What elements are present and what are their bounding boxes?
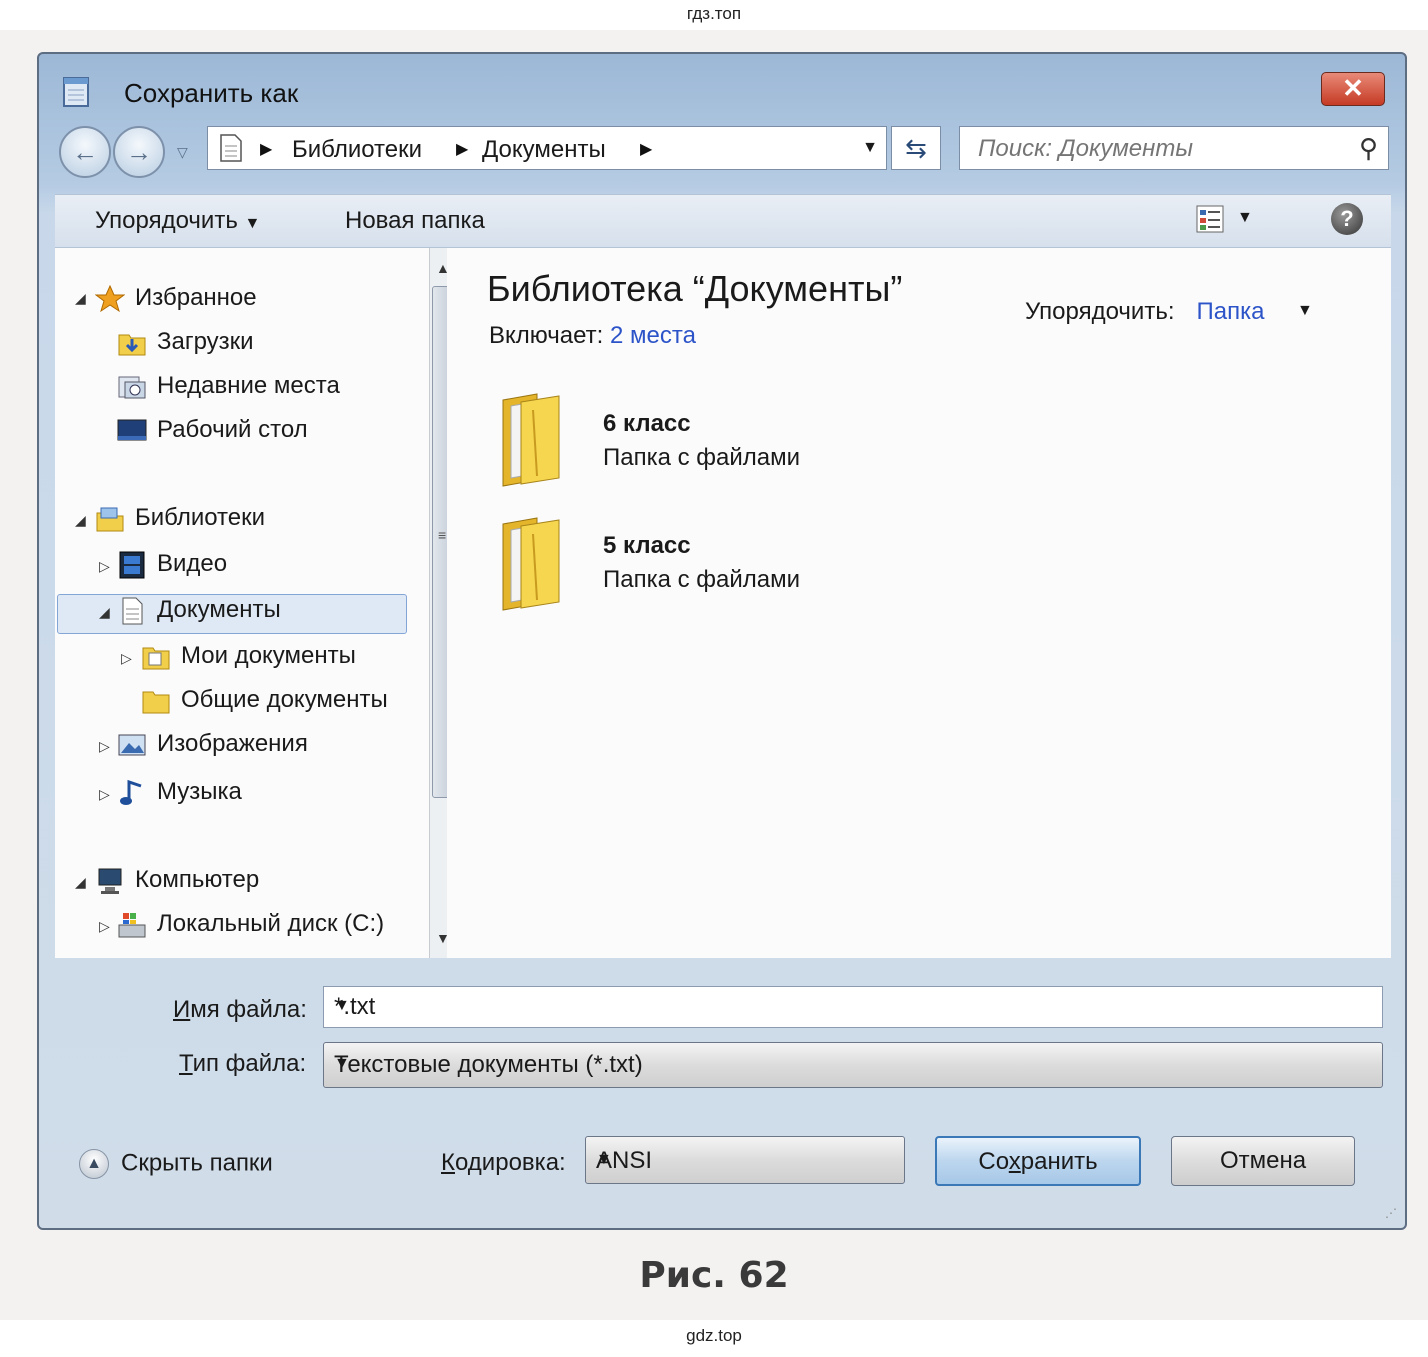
new-folder-button[interactable]: Новая папка (345, 207, 485, 235)
forward-button[interactable]: → (113, 126, 165, 178)
chevron-down-icon[interactable]: ▼ (334, 1055, 1372, 1073)
nav-item-recent-places[interactable]: Недавние места (117, 372, 340, 401)
history-dropdown-icon[interactable]: ▽ (177, 144, 188, 161)
window-title: Сохранить как (124, 78, 299, 108)
nav-item-my-documents[interactable]: Мои документы (141, 642, 356, 671)
expand-triangle-icon[interactable]: ▷ (121, 650, 132, 667)
search-icon[interactable]: ⚲ (1359, 133, 1378, 164)
collapse-triangle-icon[interactable]: ◢ (99, 604, 110, 621)
save-as-dialog: Сохранить как ✕ ← → ▽ ▶ Библиотеки ▶ Док… (37, 52, 1407, 1230)
nav-item-desktop[interactable]: Рабочий стол (117, 416, 308, 445)
watermark-top: гдз.топ (686, 4, 742, 23)
command-bar: Упорядочить ▼ Новая папка ▼ ? (55, 194, 1391, 248)
filetype-label: Тип файла: (179, 1050, 307, 1077)
folder-type: Папка с файлами (603, 444, 801, 471)
arrange-dropdown-icon[interactable]: ▼ (1297, 302, 1313, 320)
crumb-libraries[interactable]: Библиотеки (292, 136, 422, 164)
folder-icon[interactable] (497, 514, 567, 614)
video-icon (119, 551, 145, 579)
local-disk-icon (118, 912, 146, 938)
address-bar[interactable]: ▶ Библиотеки ▶ Документы ▶ ▼ (207, 126, 887, 170)
back-button[interactable]: ← (59, 126, 111, 178)
nav-item-libraries[interactable]: Библиотеки (95, 504, 265, 533)
recent-places-icon (118, 376, 146, 399)
nav-item-downloads[interactable]: Загрузки (117, 328, 254, 357)
nav-item-public-documents[interactable]: Общие документы (141, 686, 388, 715)
crumb-separator-icon[interactable]: ▶ (456, 139, 468, 159)
nav-item-computer[interactable]: Компьютер (95, 866, 259, 895)
downloads-folder-icon (118, 334, 146, 356)
folder-icon (142, 691, 170, 714)
expand-triangle-icon[interactable]: ▷ (99, 786, 110, 803)
library-title: Библиотека “Документы” (487, 268, 903, 309)
watermark-bottom: gdz.top (686, 1326, 742, 1345)
folder-icon (142, 647, 170, 670)
search-box[interactable]: ⚲ (959, 126, 1389, 170)
close-button[interactable]: ✕ (1321, 72, 1385, 106)
nav-item-favorites[interactable]: Избранное (95, 284, 257, 313)
save-button[interactable]: Сохранить (935, 1136, 1141, 1186)
expand-triangle-icon[interactable]: ▷ (99, 738, 110, 755)
address-dropdown-icon[interactable]: ▼ (862, 139, 878, 157)
notepad-icon (63, 77, 89, 107)
arrange-by: Упорядочить: Папка (1025, 298, 1265, 325)
filename-label: Имя файла: (173, 996, 307, 1023)
documents-icon (122, 597, 143, 625)
expand-triangle-icon[interactable]: ▷ (99, 918, 110, 935)
filename-input[interactable]: *.txt ▼ (323, 986, 1383, 1028)
music-icon (120, 779, 142, 805)
nav-item-documents[interactable]: Документы (117, 596, 281, 625)
nav-item-local-disk[interactable]: Локальный диск (C:) (117, 910, 384, 939)
content-pane: Библиотека “Документы” Включает: 2 места… (447, 248, 1391, 958)
document-icon (220, 134, 242, 162)
folder-name[interactable]: 5 класс (603, 532, 691, 560)
libraries-icon (96, 507, 124, 532)
arrange-by-link[interactable]: Папка (1196, 298, 1264, 325)
grip-icon: ≡ (438, 527, 447, 543)
star-icon (95, 284, 125, 312)
nav-item-music[interactable]: Музыка (117, 778, 242, 807)
refresh-icon: ⇆ (905, 133, 927, 163)
figure-caption: Рис. 62 (639, 1255, 789, 1296)
filetype-select[interactable]: Текстовые документы (*.txt) ▼ (323, 1042, 1383, 1088)
chevron-up-icon: ▲ (79, 1149, 109, 1179)
folder-type: Папка с файлами (603, 566, 801, 593)
forward-arrow-icon: → (126, 137, 152, 167)
nav-item-video[interactable]: Видео (117, 550, 227, 579)
expand-triangle-icon[interactable]: ▷ (99, 558, 110, 575)
refresh-button[interactable]: ⇆ (891, 126, 941, 170)
nav-item-images[interactable]: Изображения (117, 730, 308, 759)
crumb-separator-icon[interactable]: ▶ (260, 139, 272, 159)
encoding-label: Кодировка: (441, 1149, 566, 1176)
resize-grip-icon[interactable]: ⋰ (1385, 1206, 1397, 1220)
crumb-separator-icon[interactable]: ▶ (640, 139, 652, 159)
images-icon (118, 734, 146, 756)
chevron-down-icon[interactable]: ▼ (334, 997, 1372, 1015)
chevron-down-icon[interactable]: ▼ (596, 1151, 894, 1169)
crumb-documents[interactable]: Документы (482, 136, 606, 164)
cancel-button[interactable]: Отмена (1171, 1136, 1355, 1186)
folder-name[interactable]: 6 класс (603, 410, 691, 438)
collapse-triangle-icon[interactable]: ◢ (75, 290, 86, 307)
computer-icon (98, 868, 122, 894)
views-dropdown-icon[interactable]: ▼ (1237, 209, 1253, 227)
encoding-select[interactable]: ANSI ▼ (585, 1136, 905, 1184)
hide-folders-button[interactable]: ▲ Скрыть папки (79, 1149, 273, 1179)
organize-menu[interactable]: Упорядочить ▼ (95, 207, 260, 235)
folder-icon[interactable] (497, 390, 567, 490)
views-icon[interactable] (1195, 203, 1225, 235)
back-arrow-icon: ← (72, 137, 98, 167)
collapse-triangle-icon[interactable]: ◢ (75, 512, 86, 529)
search-input[interactable] (976, 133, 1340, 165)
library-includes: Включает: 2 места (489, 322, 696, 349)
help-icon[interactable]: ? (1331, 203, 1363, 235)
collapse-triangle-icon[interactable]: ◢ (75, 874, 86, 891)
navigation-pane: ◢ Избранное Загрузки Недавние места Рабо… (55, 248, 456, 958)
chevron-down-icon: ▼ (244, 215, 261, 232)
desktop-icon (117, 419, 147, 441)
includes-link[interactable]: 2 места (610, 322, 696, 349)
